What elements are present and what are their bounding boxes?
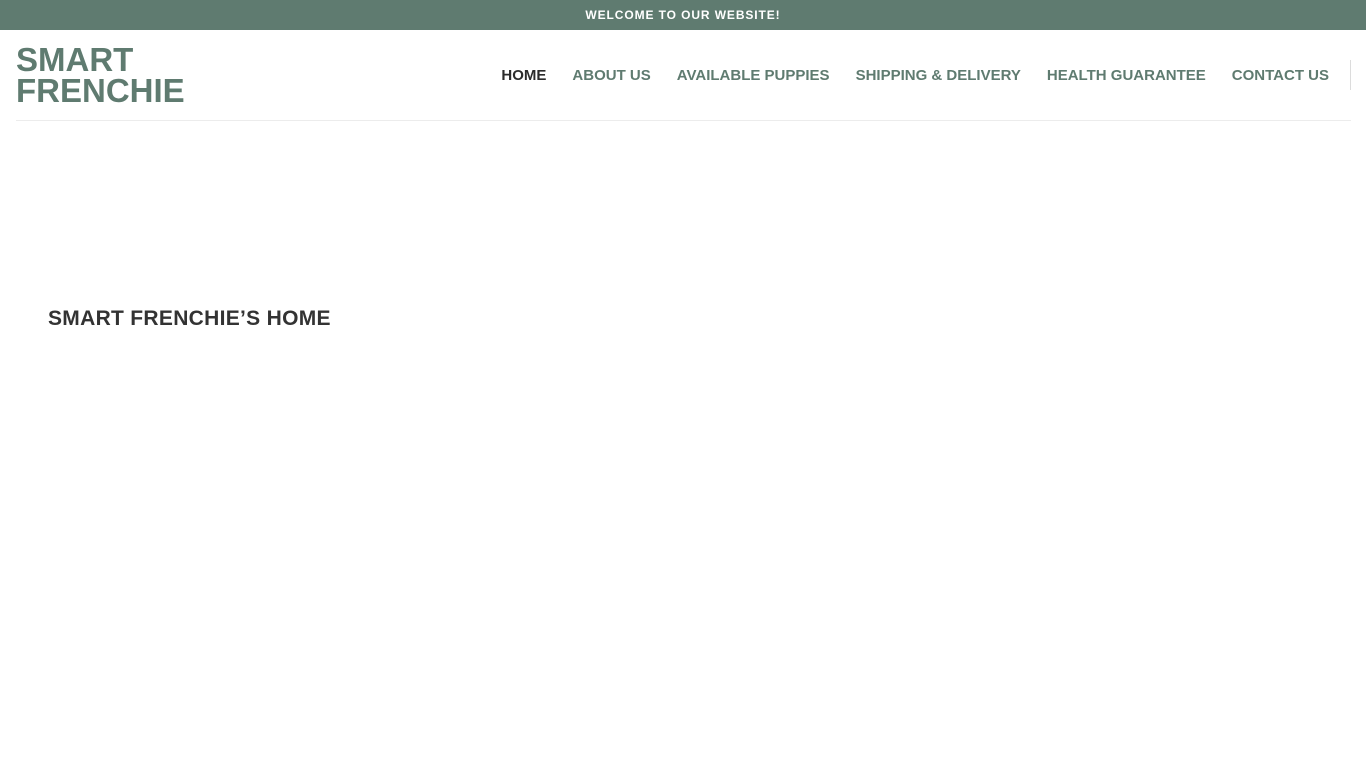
site-logo-link[interactable]: SMART FRENCHIE: [16, 41, 185, 109]
nav-item-contact-us[interactable]: CONTACT US: [1232, 67, 1329, 84]
nav-item-home[interactable]: HOME: [501, 67, 546, 84]
nav-item-available-puppies[interactable]: AVAILABLE PUPPIES: [677, 67, 830, 84]
nav-item-health-guarantee[interactable]: HEALTH GUARANTEE: [1047, 67, 1206, 84]
page-title: SMART FRENCHIE’S HOME: [48, 307, 331, 330]
site-header: SMART FRENCHIE HOME ABOUT US AVAILABLE P…: [16, 30, 1351, 121]
main-navigation: HOME ABOUT US AVAILABLE PUPPIES SHIPPING…: [501, 60, 1351, 90]
top-announcement-bar: WELCOME TO OUR WEBSITE!: [0, 0, 1366, 30]
nav-item-about-us[interactable]: ABOUT US: [572, 67, 650, 84]
nav-item-shipping-delivery[interactable]: SHIPPING & DELIVERY: [856, 67, 1021, 84]
announcement-text: WELCOME TO OUR WEBSITE!: [585, 8, 781, 22]
logo-line-2: FRENCHIE: [16, 72, 185, 109]
logo-line-1: SMART: [16, 41, 134, 78]
